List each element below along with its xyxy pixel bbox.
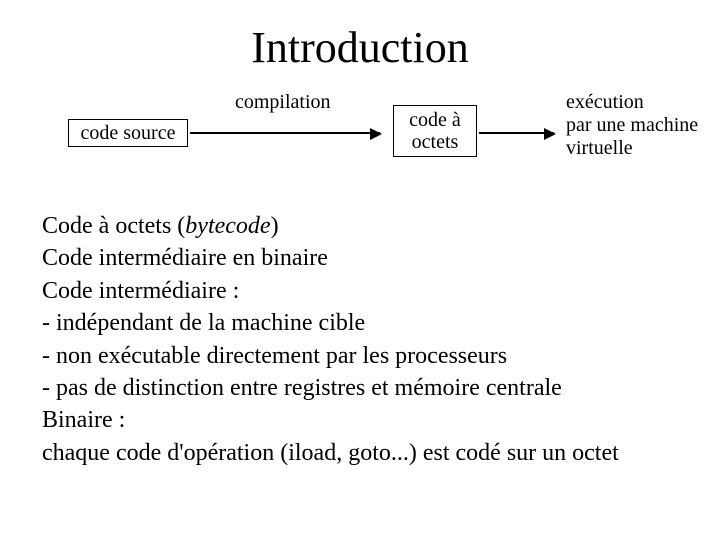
slide-title: Introduction [0, 22, 720, 73]
body-line-1-prefix: Code à octets ( [42, 213, 185, 239]
execution-label-line2: par une machine [566, 114, 698, 136]
compilation-label: compilation [235, 91, 331, 114]
execution-label-line3: virtuelle [566, 137, 633, 159]
compilation-diagram: code source compilation code à octets ex… [0, 95, 720, 195]
body-line-1-italic: bytecode [185, 213, 270, 239]
body-line-3: Code intermédiaire : [42, 275, 682, 307]
body-line-1: Code à octets (bytecode) [42, 210, 682, 242]
body-line-4: - indépendant de la machine cible [42, 307, 682, 339]
body-text: Code à octets (bytecode) Code intermédia… [42, 210, 682, 469]
body-line-5: - non exécutable directement par les pro… [42, 340, 682, 372]
body-line-2: Code intermédiaire en binaire [42, 242, 682, 274]
slide: Introduction code source compilation cod… [0, 0, 720, 540]
bytecode-box-line1: code à [409, 109, 461, 131]
bytecode-box-line2: octets [412, 131, 459, 153]
arrow-bytecode-to-exec [479, 132, 554, 134]
source-code-box: code source [68, 119, 188, 147]
body-line-8: chaque code d'opération (iload, goto...)… [42, 437, 682, 469]
bytecode-box: code à octets [393, 105, 477, 157]
execution-label-line1: exécution [566, 91, 644, 113]
body-line-1-suffix: ) [271, 213, 279, 239]
arrow-source-to-bytecode [190, 132, 380, 134]
body-line-7: Binaire : [42, 404, 682, 436]
body-line-6: - pas de distinction entre registres et … [42, 372, 682, 404]
execution-label: exécution par une machine virtuelle [566, 91, 716, 160]
